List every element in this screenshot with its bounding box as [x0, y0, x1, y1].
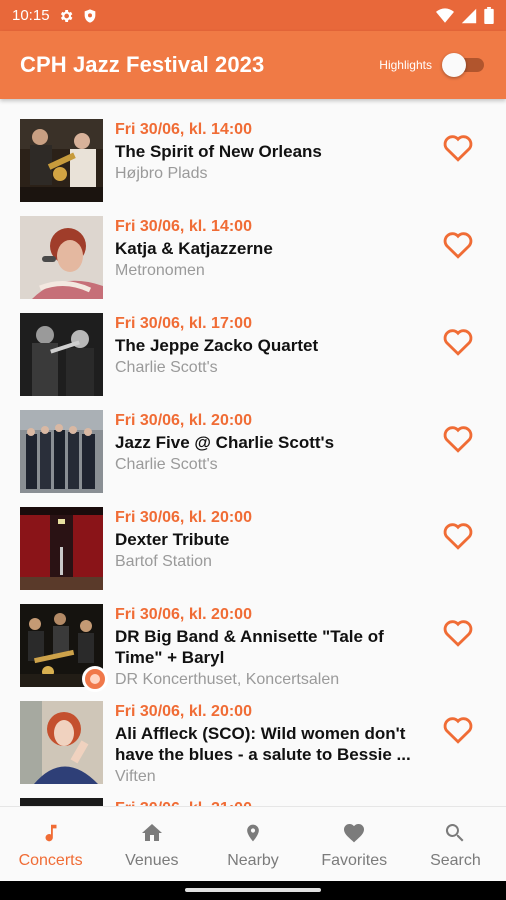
- nav-search[interactable]: Search: [405, 807, 506, 881]
- concert-time: Fri 30/06, kl. 20:00: [115, 412, 252, 429]
- concert-time: Fri 30/06, kl. 21:00: [115, 798, 425, 806]
- concert-item[interactable]: Fri 30/06, kl. 20:00 Dexter Tribute Bart…: [0, 487, 506, 590]
- concert-venue: Charlie Scott's: [115, 359, 218, 376]
- favorite-heart-icon[interactable]: [440, 614, 476, 650]
- concert-venue: Charlie Scott's: [115, 456, 218, 473]
- system-gesture-bar: [0, 881, 506, 900]
- nav-label: Favorites: [321, 852, 388, 869]
- location-pin-icon: [243, 819, 263, 847]
- concert-title: Dexter Tribute: [115, 530, 230, 549]
- concert-title: DR Big Band & Annisette "Tale of Time" +…: [115, 627, 384, 667]
- favorite-heart-icon[interactable]: [440, 129, 476, 165]
- nav-label: Search: [430, 852, 481, 869]
- concert-thumbnail: [20, 410, 103, 493]
- status-bar: 10:15: [0, 0, 506, 31]
- concert-item[interactable]: Fri 30/06, kl. 20:00 Jazz Five @ Charlie…: [0, 390, 506, 493]
- concert-thumbnail: [20, 119, 103, 202]
- home-icon: [139, 819, 165, 847]
- concert-title: The Spirit of New Orleans: [115, 142, 322, 161]
- nav-favorites[interactable]: Favorites: [304, 807, 405, 881]
- shield-icon: [82, 8, 98, 24]
- signal-icon: [461, 8, 477, 24]
- concert-item[interactable]: Fri 30/06, kl. 17:00 The Jeppe Zacko Qua…: [0, 293, 506, 396]
- concert-item[interactable]: Fri 30/06, kl. 14:00 Katja & Katjazzerne…: [0, 196, 506, 299]
- concert-title: Ali Affleck (SCO): Wild women don't have…: [115, 724, 411, 764]
- bottom-navigation: Concerts Venues Nearby Favorites Search: [0, 806, 506, 881]
- nav-venues[interactable]: Venues: [101, 807, 202, 881]
- favorite-heart-icon[interactable]: [440, 226, 476, 262]
- concert-time: Fri 30/06, kl. 17:00: [115, 315, 252, 332]
- concert-time: Fri 30/06, kl. 20:00: [115, 703, 252, 720]
- concert-thumbnail: [20, 701, 103, 784]
- concert-item[interactable]: Fri 30/06, kl. 21:00: [0, 778, 506, 806]
- concert-item[interactable]: Fri 30/06, kl. 14:00 The Spirit of New O…: [0, 99, 506, 202]
- concert-time: Fri 30/06, kl. 14:00: [115, 218, 252, 235]
- concert-item[interactable]: Fri 30/06, kl. 20:00 DR Big Band & Annis…: [0, 584, 506, 692]
- concert-list[interactable]: Fri 30/06, kl. 14:00 The Spirit of New O…: [0, 99, 506, 806]
- heart-icon: [341, 819, 367, 847]
- nav-concerts[interactable]: Concerts: [0, 807, 101, 881]
- concert-venue: Metronomen: [115, 262, 205, 279]
- favorite-heart-icon[interactable]: [440, 323, 476, 359]
- toggle-thumb: [442, 53, 466, 77]
- concert-thumbnail: [20, 216, 103, 299]
- wifi-icon: [436, 7, 454, 24]
- concert-time: Fri 30/06, kl. 14:00: [115, 121, 252, 138]
- gear-icon: [58, 8, 74, 24]
- concert-title: Katja & Katjazzerne: [115, 239, 273, 258]
- app-title: CPH Jazz Festival 2023: [20, 52, 265, 77]
- highlights-label: Highlights: [379, 58, 432, 72]
- concert-time: Fri 30/06, kl. 20:00: [115, 509, 252, 526]
- highlights-control: Highlights: [379, 53, 486, 77]
- concert-item[interactable]: Fri 30/06, kl. 20:00 Ali Affleck (SCO): …: [0, 681, 506, 785]
- favorite-heart-icon[interactable]: [440, 517, 476, 553]
- nav-label: Nearby: [227, 852, 279, 869]
- nav-nearby[interactable]: Nearby: [202, 807, 303, 881]
- nav-label: Venues: [125, 852, 179, 869]
- concert-time: Fri 30/06, kl. 20:00: [115, 606, 252, 623]
- app-bar: CPH Jazz Festival 2023 Highlights: [0, 31, 506, 99]
- highlights-toggle[interactable]: [442, 53, 486, 77]
- concert-thumbnail: [20, 313, 103, 396]
- concert-venue: Højbro Plads: [115, 165, 208, 182]
- music-note-icon: [40, 819, 62, 847]
- favorite-heart-icon[interactable]: [440, 711, 476, 747]
- concert-thumbnail: [20, 798, 103, 806]
- concert-title: The Jeppe Zacko Quartet: [115, 336, 319, 355]
- status-time: 10:15: [12, 7, 50, 24]
- search-icon: [443, 819, 467, 847]
- concert-title: Jazz Five @ Charlie Scott's: [115, 433, 335, 452]
- nav-label: Concerts: [18, 852, 83, 869]
- concert-thumbnail: [20, 507, 103, 590]
- home-gesture-handle[interactable]: [185, 888, 321, 892]
- battery-icon: [484, 7, 494, 24]
- favorite-heart-icon[interactable]: [440, 420, 476, 456]
- concert-venue: Bartof Station: [115, 553, 212, 570]
